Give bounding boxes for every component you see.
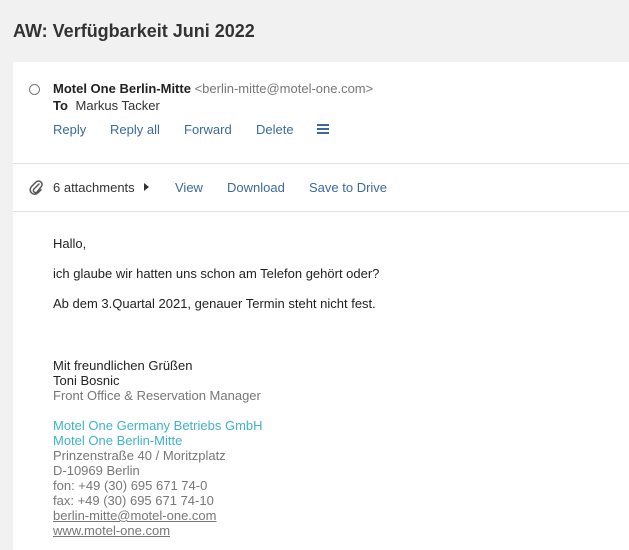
signature-company: Motel One Germany Betriebs GmbH <box>53 418 263 433</box>
signature-title: Front Office & Reservation Manager <box>53 388 261 403</box>
forward-button[interactable]: Forward <box>184 122 232 137</box>
body-line: Ab dem 3.Quartal 2021, genauer Termin st… <box>53 296 376 311</box>
paperclip-icon <box>29 179 43 195</box>
signature-hotel: Motel One Berlin-Mitte <box>53 433 183 448</box>
save-to-drive-link[interactable]: Save to Drive <box>309 180 387 195</box>
signature-city: D-10969 Berlin <box>53 463 140 478</box>
signature-phone: fon: +49 (30) 695 671 74-0 <box>53 478 208 493</box>
menu-icon[interactable] <box>317 123 330 135</box>
reply-all-button[interactable]: Reply all <box>110 122 160 137</box>
body-line: ich glaube wir hatten uns schon am Telef… <box>53 266 380 281</box>
to-label: To <box>53 98 68 113</box>
signature-name: Toni Bosnic <box>53 373 120 388</box>
divider <box>13 163 629 164</box>
recipient-name[interactable]: Markus Tacker <box>76 98 160 113</box>
signature-email-link[interactable]: berlin-mitte@motel-one.com <box>53 508 216 523</box>
sender-line: Motel One Berlin-Mitte <berlin-mitte@mot… <box>53 81 373 96</box>
sender-email: <berlin-mitte@motel-one.com> <box>194 81 374 96</box>
view-attachments-link[interactable]: View <box>175 180 203 195</box>
select-radio[interactable] <box>29 84 40 95</box>
signature-street: Prinzenstraße 40 / Moritzplatz <box>53 448 226 463</box>
recipient-line: To Markus Tacker <box>53 98 160 113</box>
divider <box>13 211 629 212</box>
attachments-toggle[interactable]: 6 attachments <box>53 180 150 195</box>
sender-name[interactable]: Motel One Berlin-Mitte <box>53 81 191 96</box>
body-greeting: Hallo, <box>53 236 87 251</box>
signature-closing: Mit freundlichen Grüßen <box>53 358 193 373</box>
download-attachments-link[interactable]: Download <box>227 180 285 195</box>
signature-web-link[interactable]: www.motel-one.com <box>53 523 170 538</box>
signature-fax: fax: +49 (30) 695 671 74-10 <box>53 493 214 508</box>
caret-right-icon <box>144 183 150 191</box>
reply-button[interactable]: Reply <box>53 122 86 137</box>
attachments-count: 6 attachments <box>53 180 135 195</box>
delete-button[interactable]: Delete <box>256 122 294 137</box>
email-subject: AW: Verfügbarkeit Juni 2022 <box>13 21 255 41</box>
email-card: Motel One Berlin-Mitte <berlin-mitte@mot… <box>13 62 629 550</box>
